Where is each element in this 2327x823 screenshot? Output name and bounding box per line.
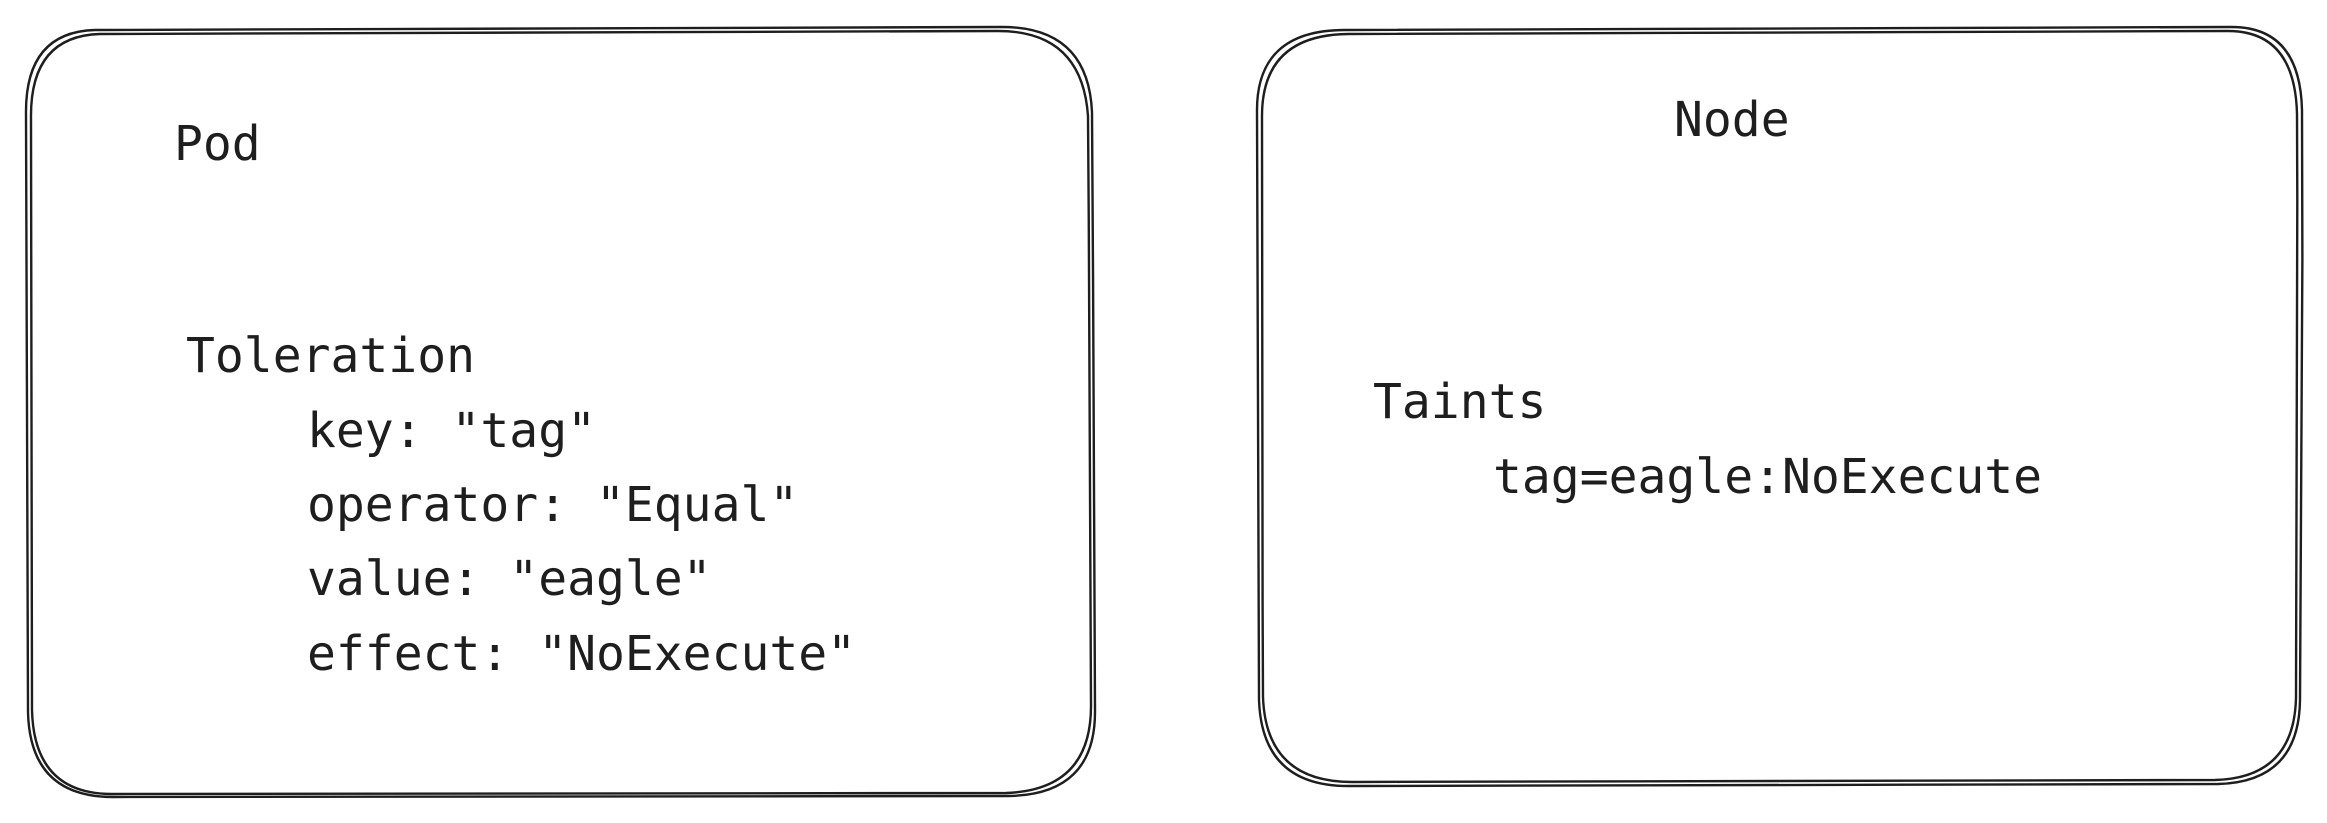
node-title: Node [1674, 92, 1790, 148]
taint-entry: tag=eagle:NoExecute [1493, 449, 2043, 505]
toleration-heading: Toleration [186, 328, 475, 384]
toleration-field-value: value: "eagle" [307, 551, 712, 607]
toleration-field-operator: operator: "Equal" [307, 477, 799, 533]
toleration-field-effect: effect: "NoExecute" [307, 626, 857, 682]
taints-heading: Taints [1373, 374, 1547, 430]
toleration-field-key: key: "tag" [307, 403, 596, 459]
diagram-canvas: Pod Toleration key: "tag" operator: "Equ… [0, 0, 2327, 823]
pod-title: Pod [174, 116, 261, 172]
